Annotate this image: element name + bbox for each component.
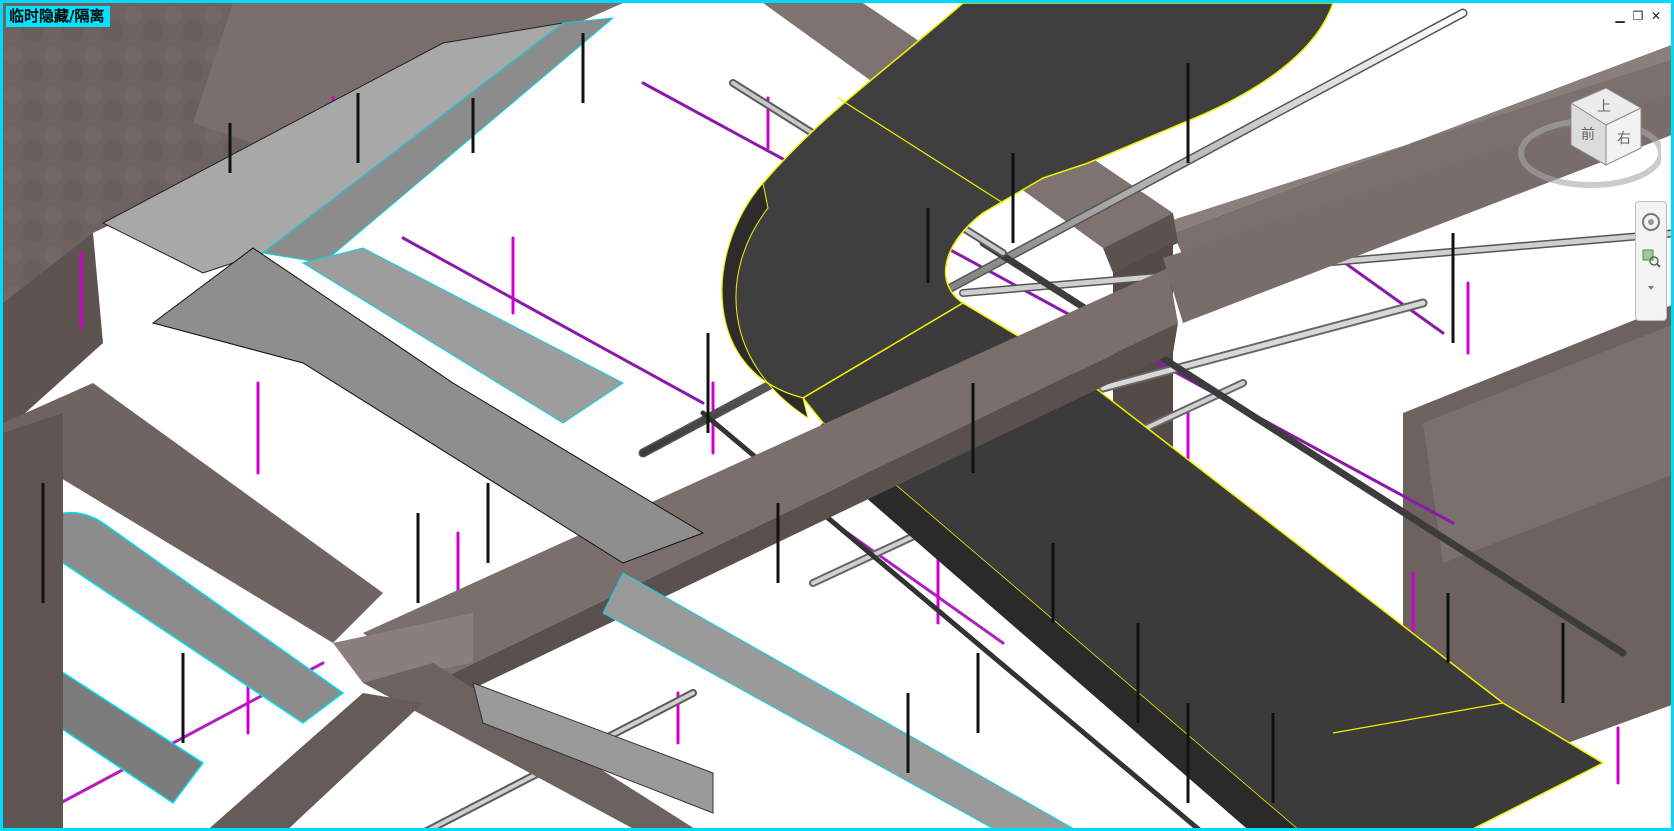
bim-3d-scene[interactable] [3,3,1674,831]
minimize-icon[interactable]: ▁ [1613,9,1627,23]
restore-icon[interactable]: ❐ [1631,9,1645,23]
dropdown-arrow-icon[interactable] [1641,278,1661,298]
zoom-region-icon[interactable] [1641,248,1661,268]
viewcube-top-face-label[interactable]: 上 [1597,99,1611,115]
navigation-bar[interactable] [1635,201,1667,321]
3d-model-viewport[interactable]: 临时隐藏/隔离 ▁ ❐ ✕ 上 右 前 [0,0,1674,831]
close-icon[interactable]: ✕ [1649,9,1663,23]
viewcube-front-face-label[interactable]: 前 [1581,126,1595,143]
steering-wheel-icon[interactable] [1641,212,1661,232]
viewcube-icon[interactable]: 上 右 前 [1511,83,1661,203]
viewcube-right-face-label[interactable]: 右 [1617,131,1631,147]
temporary-hide-isolate-label[interactable]: 临时隐藏/隔离 [6,6,111,27]
